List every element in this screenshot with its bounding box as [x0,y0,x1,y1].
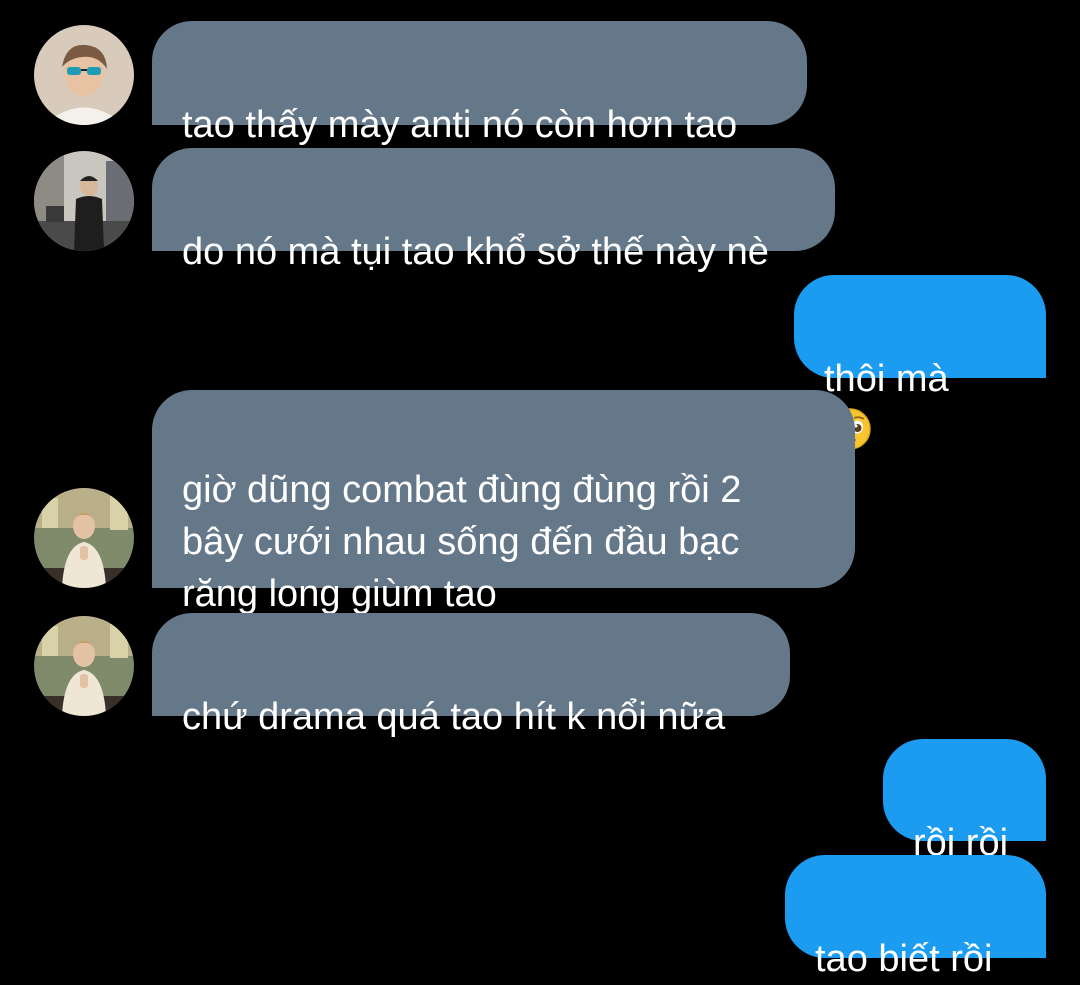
message-text: giờ dũng combat đùng đùng rồi 2 bây cưới… [182,469,742,615]
message-bubble-incoming[interactable]: chứ drama quá tao hít k nổi nữa [152,613,790,738]
avatar-sender-3[interactable] [34,488,134,588]
avatar-sender-2[interactable] [34,151,134,251]
message-text: tao biết rồi [815,938,993,980]
message-bubble-incoming[interactable]: do nó mà tụi tao khổ sở thế này nè [152,148,835,273]
message-text: tao thấy mày anti nó còn hơn tao [182,104,738,146]
message-bubble-outgoing[interactable]: tao biết rồi [785,855,1046,980]
message-bubble-outgoing[interactable]: rồi rồi [883,739,1046,864]
message-bubble-incoming[interactable]: giờ dũng combat đùng đùng rồi 2 bây cưới… [152,390,855,615]
message-bubble-outgoing[interactable]: thôi mà [794,275,1046,450]
avatar-sender-1[interactable] [34,25,134,125]
avatar-sender-4[interactable] [34,616,134,716]
message-text: chứ drama quá tao hít k nổi nữa [182,696,726,738]
message-bubble-incoming[interactable]: tao thấy mày anti nó còn hơn tao [152,21,807,146]
message-text: do nó mà tụi tao khổ sở thế này nè [182,231,769,273]
message-text: thôi mà [824,358,949,400]
